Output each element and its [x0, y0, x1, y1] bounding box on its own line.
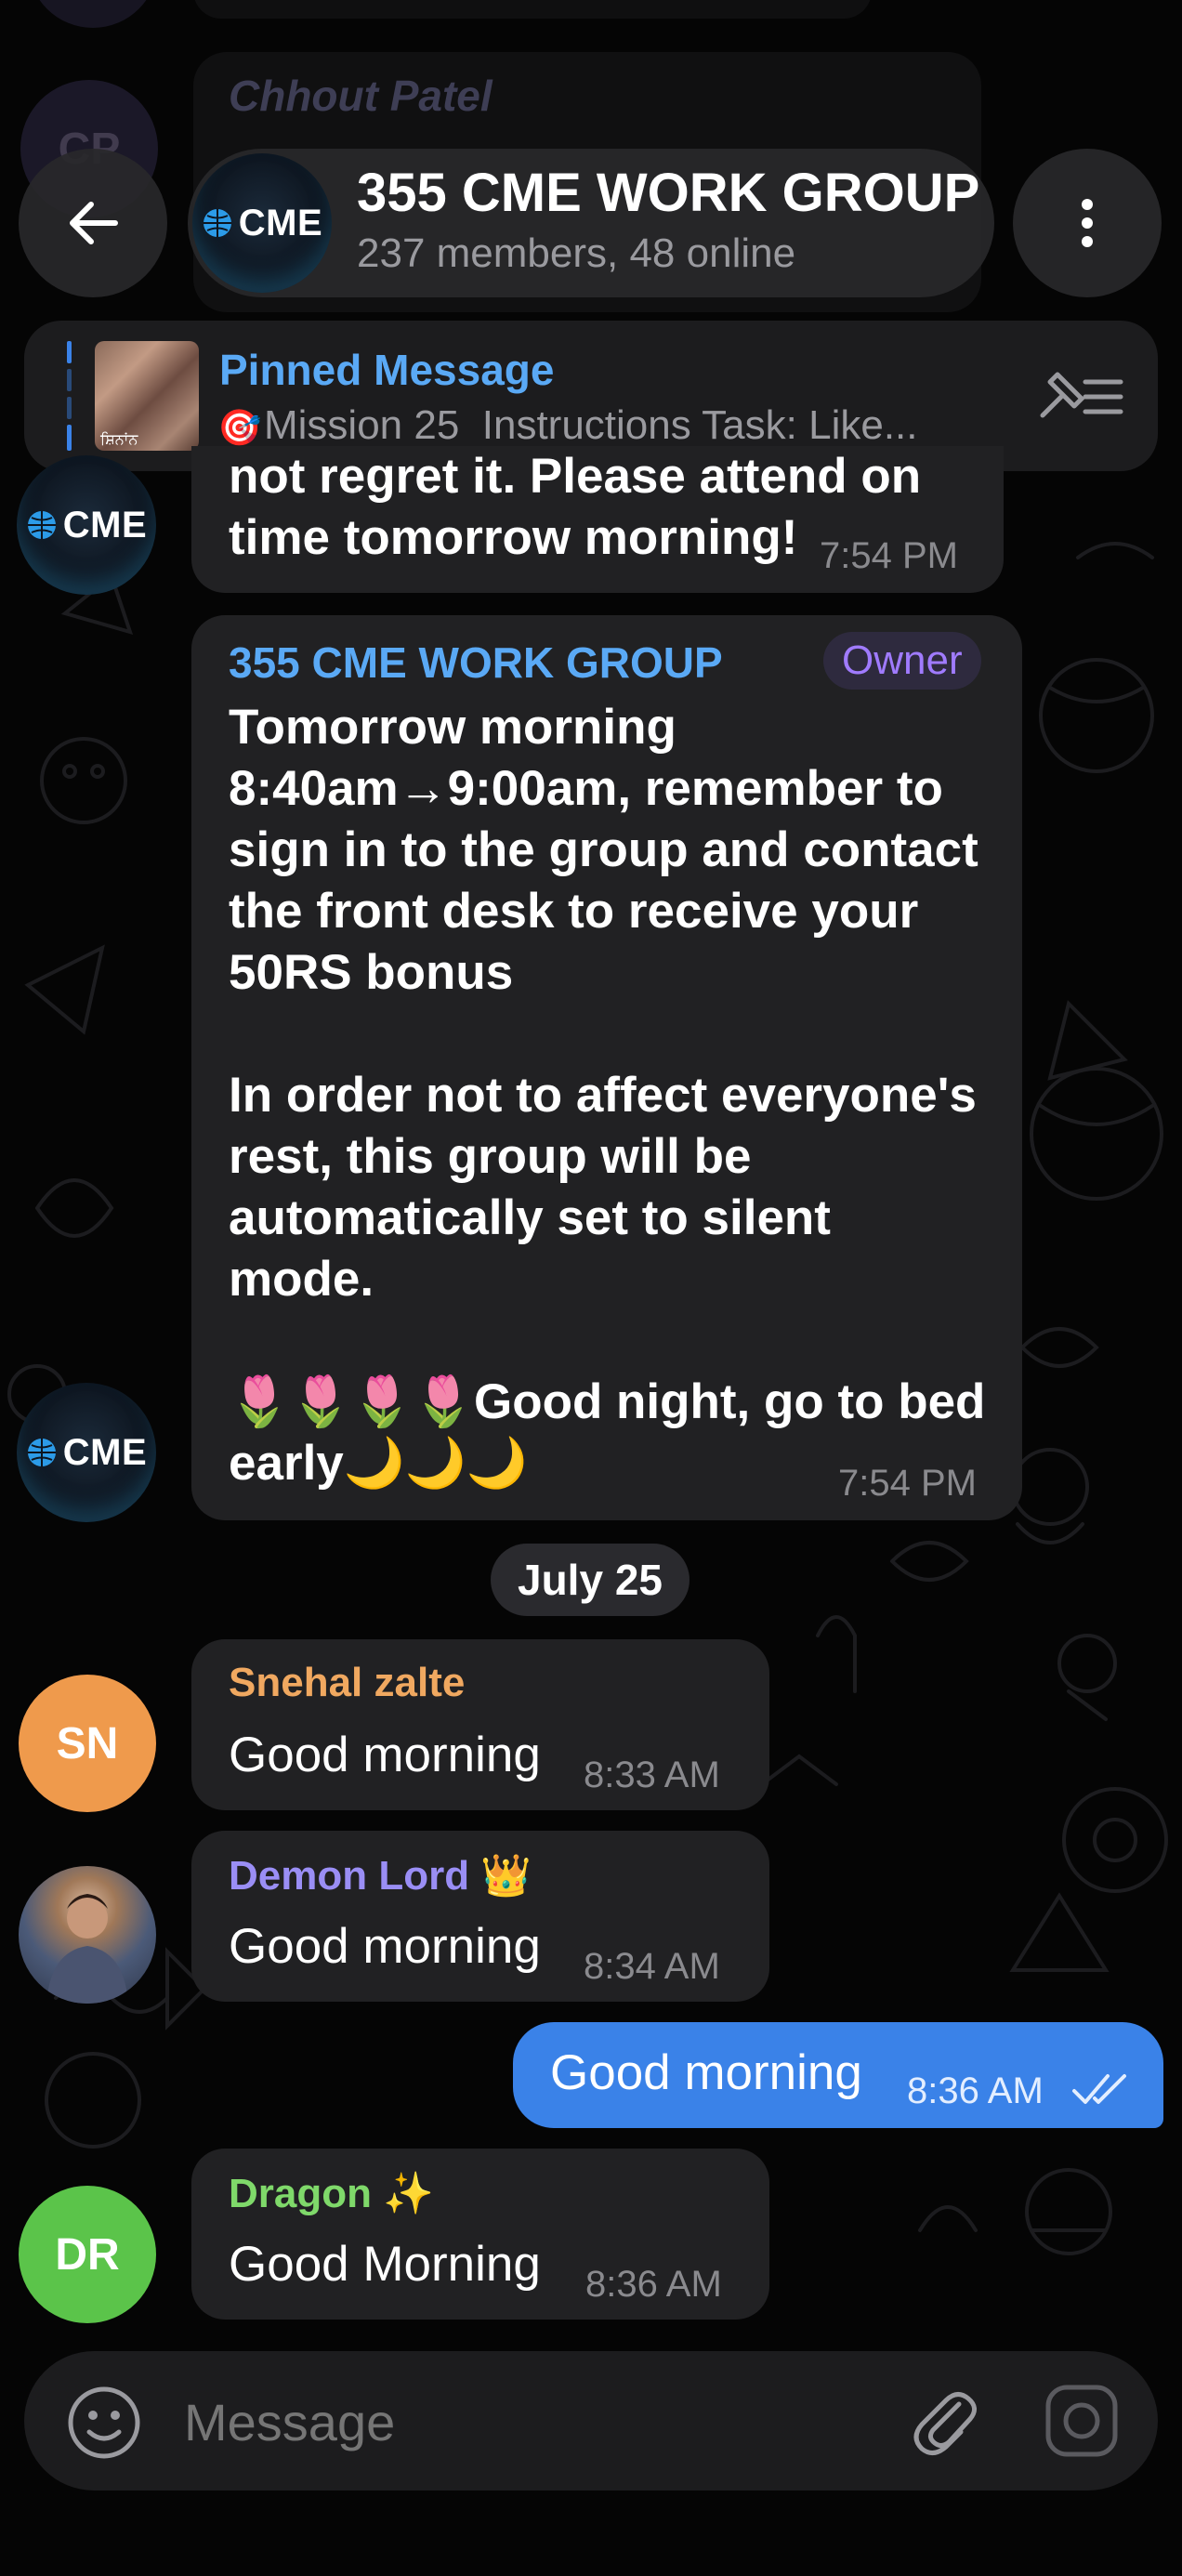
message-bubble[interactable]: Demon Lord 👑 Good morning 8:34 AM — [191, 1831, 769, 2002]
background-sender-name: Chhout Patel — [229, 72, 492, 120]
message-text-line: mode. — [229, 1252, 374, 1307]
more-options-button[interactable] — [1013, 149, 1162, 297]
globe-icon — [27, 511, 56, 539]
date-divider: July 25 — [491, 1544, 690, 1616]
globe-icon — [27, 1439, 56, 1466]
message-text-line: automatically set to silent — [229, 1190, 831, 1245]
sender-avatar[interactable]: SN — [19, 1675, 156, 1812]
pinned-indicator-icon — [67, 341, 72, 451]
sender-avatar[interactable]: DR — [19, 2186, 156, 2323]
message-time: 8:34 AM — [584, 1946, 720, 1987]
target-icon: 🎯 — [217, 409, 262, 448]
message-bubble[interactable]: 355 CME WORK GROUP Owner Tomorrow mornin… — [191, 615, 1022, 1520]
chat-header[interactable]: CME 355 CME WORK GROUP 237 members, 48 o… — [188, 149, 994, 297]
emoji-icon[interactable] — [65, 2384, 143, 2462]
pinned-label: Pinned Message — [219, 346, 555, 394]
message-text: Good morning — [229, 1728, 541, 1782]
sender-avatar[interactable]: CME — [17, 455, 156, 595]
pinned-thumbnail: ਸ਼ਿਨਾਂਨ — [95, 341, 199, 451]
pinned-bar-shadow — [191, 444, 1004, 472]
message-bubble[interactable]: Dragon ✨ Good Morning 8:36 AM — [191, 2149, 769, 2320]
message-text-line: 🌷🌷🌷🌷Good night, go to bed — [229, 1374, 986, 1429]
sender-avatar-label: CME — [62, 1431, 148, 1473]
message-text: Good morning — [550, 2045, 862, 2100]
message-text: Good morning — [229, 1919, 541, 1974]
owner-badge: Owner — [823, 632, 981, 690]
attach-icon[interactable] — [905, 2382, 983, 2460]
back-button[interactable] — [19, 149, 167, 297]
message-text-line: sign in to the group and contact — [229, 822, 978, 877]
sender-avatar[interactable]: CME — [17, 1383, 156, 1522]
back-arrow-icon — [70, 202, 118, 244]
avatar-initials: DR — [55, 2229, 120, 2280]
sender-name: 355 CME WORK GROUP — [229, 638, 723, 687]
outgoing-message-bubble[interactable]: Good morning 8:36 AM — [513, 2022, 1163, 2128]
sender-name: Dragon ✨ — [229, 2171, 435, 2216]
sender-avatar-label: CME — [62, 504, 148, 545]
message-body: Tomorrow morning 8:40am→9:00am, remember… — [229, 697, 1000, 1494]
message-text-line: rest, this group will be — [229, 1129, 752, 1184]
message-text-line: In order not to affect everyone's — [229, 1068, 977, 1123]
message-time: 7:54 PM — [838, 1463, 977, 1504]
globe-icon — [203, 209, 231, 237]
sender-name: Demon Lord 👑 — [229, 1853, 532, 1899]
group-avatar-label: CME — [238, 202, 323, 243]
message-text: Good Morning — [229, 2237, 541, 2292]
chat-title: 355 CME WORK GROUP — [357, 163, 980, 223]
pinned-thumbnail-caption: ਸ਼ਿਨਾਂਨ — [100, 430, 138, 448]
sender-name: Snehal zalte — [229, 1660, 466, 1705]
owner-badge-label: Owner — [842, 637, 963, 683]
message-text-line: the front desk to receive your — [229, 884, 919, 939]
message-bubble[interactable]: Snehal zalte Good morning 8:33 AM — [191, 1639, 769, 1810]
background-top-bubble — [193, 0, 872, 19]
vertical-dots-icon — [1082, 199, 1093, 247]
sender-avatar-photo[interactable] — [19, 1866, 156, 2004]
message-text-line: 50RS bonus — [229, 945, 514, 1000]
avatar-initials: SN — [56, 1718, 119, 1768]
pinned-list-icon[interactable] — [1037, 369, 1126, 425]
group-avatar[interactable]: CME — [192, 153, 332, 293]
pinned-preview-text: Instructions Task: Like... — [481, 402, 918, 448]
camera-icon[interactable] — [1043, 2382, 1121, 2460]
message-time: 8:36 AM — [585, 2264, 722, 2305]
message-time: 7:54 PM — [820, 535, 958, 576]
message-text-line: 8:40am→9:00am, remember to — [229, 761, 943, 816]
message-text-line: time tomorrow morning! — [229, 510, 798, 565]
pinned-preview: Mission 25 Instructions Task: Like... — [264, 402, 1044, 449]
message-input-bar — [24, 2351, 1158, 2491]
chat-subtitle: 237 members, 48 online — [357, 230, 796, 276]
message-time: 8:33 AM — [584, 1755, 720, 1795]
message-text-line: Tomorrow morning — [229, 700, 676, 755]
message-input[interactable] — [182, 2379, 892, 2464]
message-time: 8:36 AM — [907, 2070, 1044, 2111]
person-silhouette-icon — [46, 1894, 128, 2004]
pinned-mission: Mission 25 — [264, 402, 460, 448]
double-check-icon — [1072, 2074, 1126, 2104]
